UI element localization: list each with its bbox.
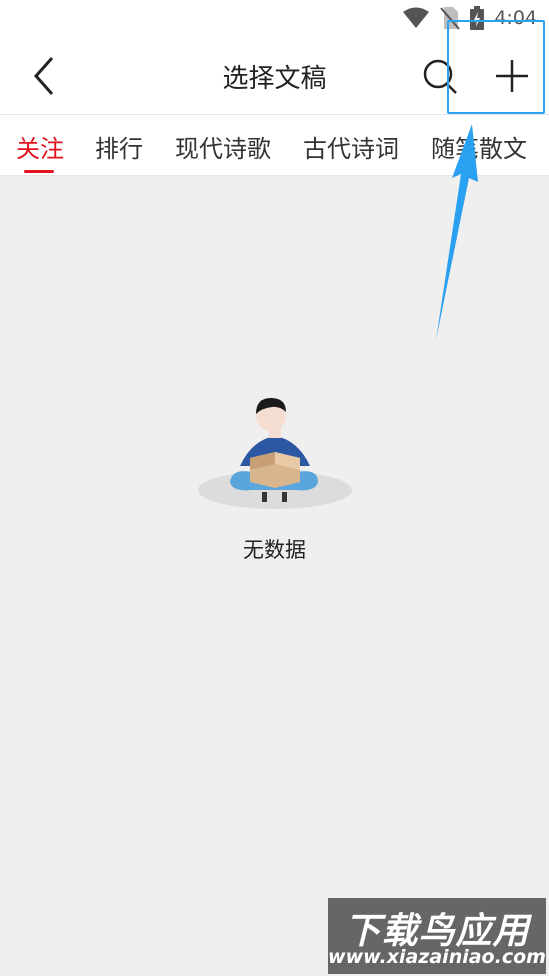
wifi-icon — [403, 7, 430, 28]
tab-follow[interactable]: 关注 — [16, 129, 64, 164]
watermark-url: www.xiazainiao.com — [328, 946, 546, 968]
active-tab-indicator — [24, 170, 54, 173]
tab-essays[interactable]: 随笔散文 — [431, 129, 527, 164]
empty-state-message: 无数据 — [243, 538, 306, 562]
empty-state-illustration — [198, 398, 352, 509]
tab-ranking[interactable]: 排行 — [95, 129, 143, 164]
tab-classical-poetry[interactable]: 古代诗词 — [303, 129, 399, 164]
annotation-highlight-box — [447, 20, 545, 114]
category-tabs: 关注 排行 现代诗歌 古代诗词 随笔散文 — [0, 114, 549, 176]
watermark: 下载鸟应用 www.xiazainiao.com — [328, 898, 546, 974]
tab-modern-poetry[interactable]: 现代诗歌 — [175, 129, 271, 164]
